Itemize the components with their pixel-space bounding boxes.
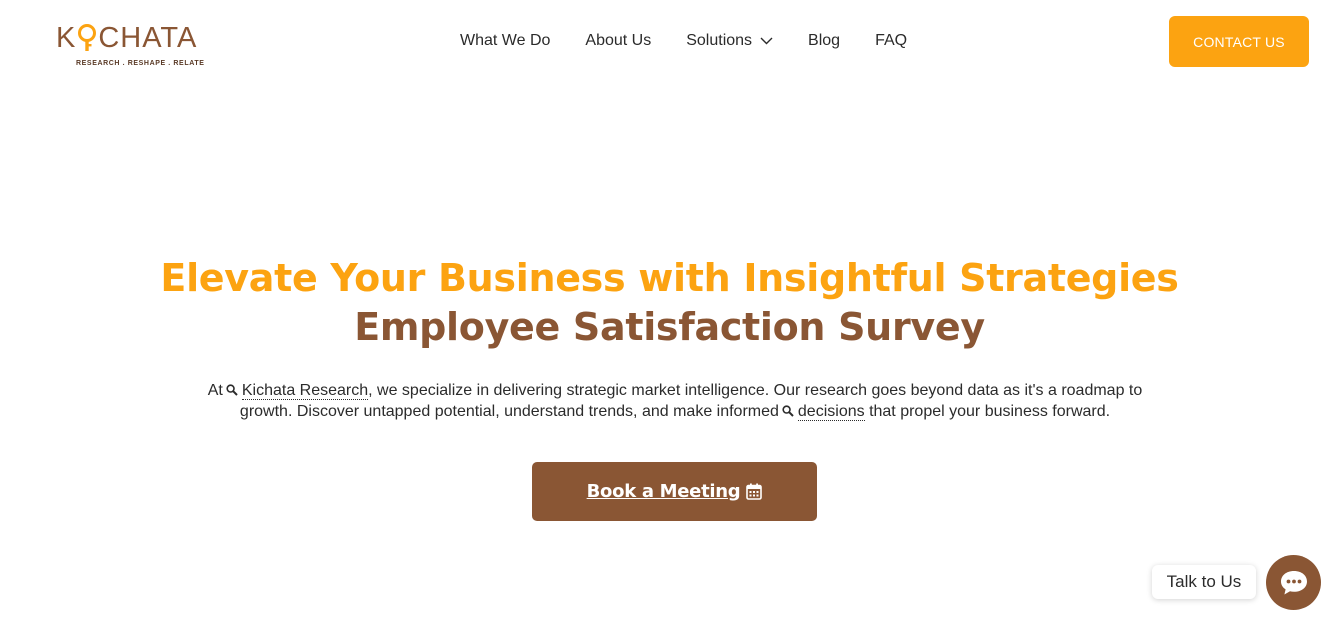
key-icon bbox=[78, 24, 97, 51]
nav-label: Blog bbox=[808, 32, 841, 49]
book-meeting-label: Book a Meeting bbox=[586, 481, 741, 502]
search-icon bbox=[782, 405, 794, 417]
nav-label: Solutions bbox=[686, 32, 753, 49]
nav-solutions[interactable]: Solutions bbox=[686, 32, 773, 50]
book-meeting-button[interactable]: Book a Meeting bbox=[532, 462, 817, 521]
logo-letter-k: K bbox=[56, 22, 77, 54]
logo-tagline: RESEARCH . RESHAPE . RELATE bbox=[76, 60, 205, 67]
desc-text: At bbox=[207, 382, 223, 399]
talk-to-us-label[interactable]: Talk to Us bbox=[1152, 565, 1256, 599]
nav-label: FAQ bbox=[875, 32, 908, 49]
nav-about-us[interactable]: About Us bbox=[585, 32, 651, 50]
nav-what-we-do[interactable]: What We Do bbox=[460, 32, 550, 50]
contact-us-button[interactable]: CONTACT US bbox=[1169, 16, 1309, 67]
page: K CHATA RESEARCH . RESHAPE . RELATE What… bbox=[0, 0, 1339, 621]
site-logo[interactable]: K CHATA RESEARCH . RESHAPE . RELATE bbox=[56, 20, 216, 72]
search-icon bbox=[226, 384, 238, 396]
chevron-down-icon bbox=[760, 37, 773, 45]
calendar-icon bbox=[746, 483, 763, 500]
chat-button[interactable] bbox=[1266, 555, 1321, 610]
hero-description: At Kichata Research, we specialize in del… bbox=[196, 380, 1154, 422]
main-nav: What We Do About Us Solutions Blog FAQ bbox=[460, 28, 907, 54]
nav-blog[interactable]: Blog bbox=[808, 32, 840, 50]
logo-letters: CHATA bbox=[98, 22, 198, 54]
nav-faq[interactable]: FAQ bbox=[875, 32, 907, 50]
nav-label: What We Do bbox=[460, 32, 551, 49]
hero-title: Elevate Your Business with Insightful St… bbox=[160, 256, 1179, 300]
decisions-link[interactable]: decisions bbox=[797, 403, 865, 421]
hero-subtitle: Employee Satisfaction Survey bbox=[354, 305, 985, 349]
logo-wordmark: K CHATA bbox=[56, 20, 197, 56]
chat-bubble-icon bbox=[1280, 570, 1307, 594]
desc-text: that propel your business forward. bbox=[869, 403, 1111, 420]
kichata-research-link[interactable]: Kichata Research bbox=[241, 382, 369, 400]
nav-label: About Us bbox=[585, 32, 652, 49]
